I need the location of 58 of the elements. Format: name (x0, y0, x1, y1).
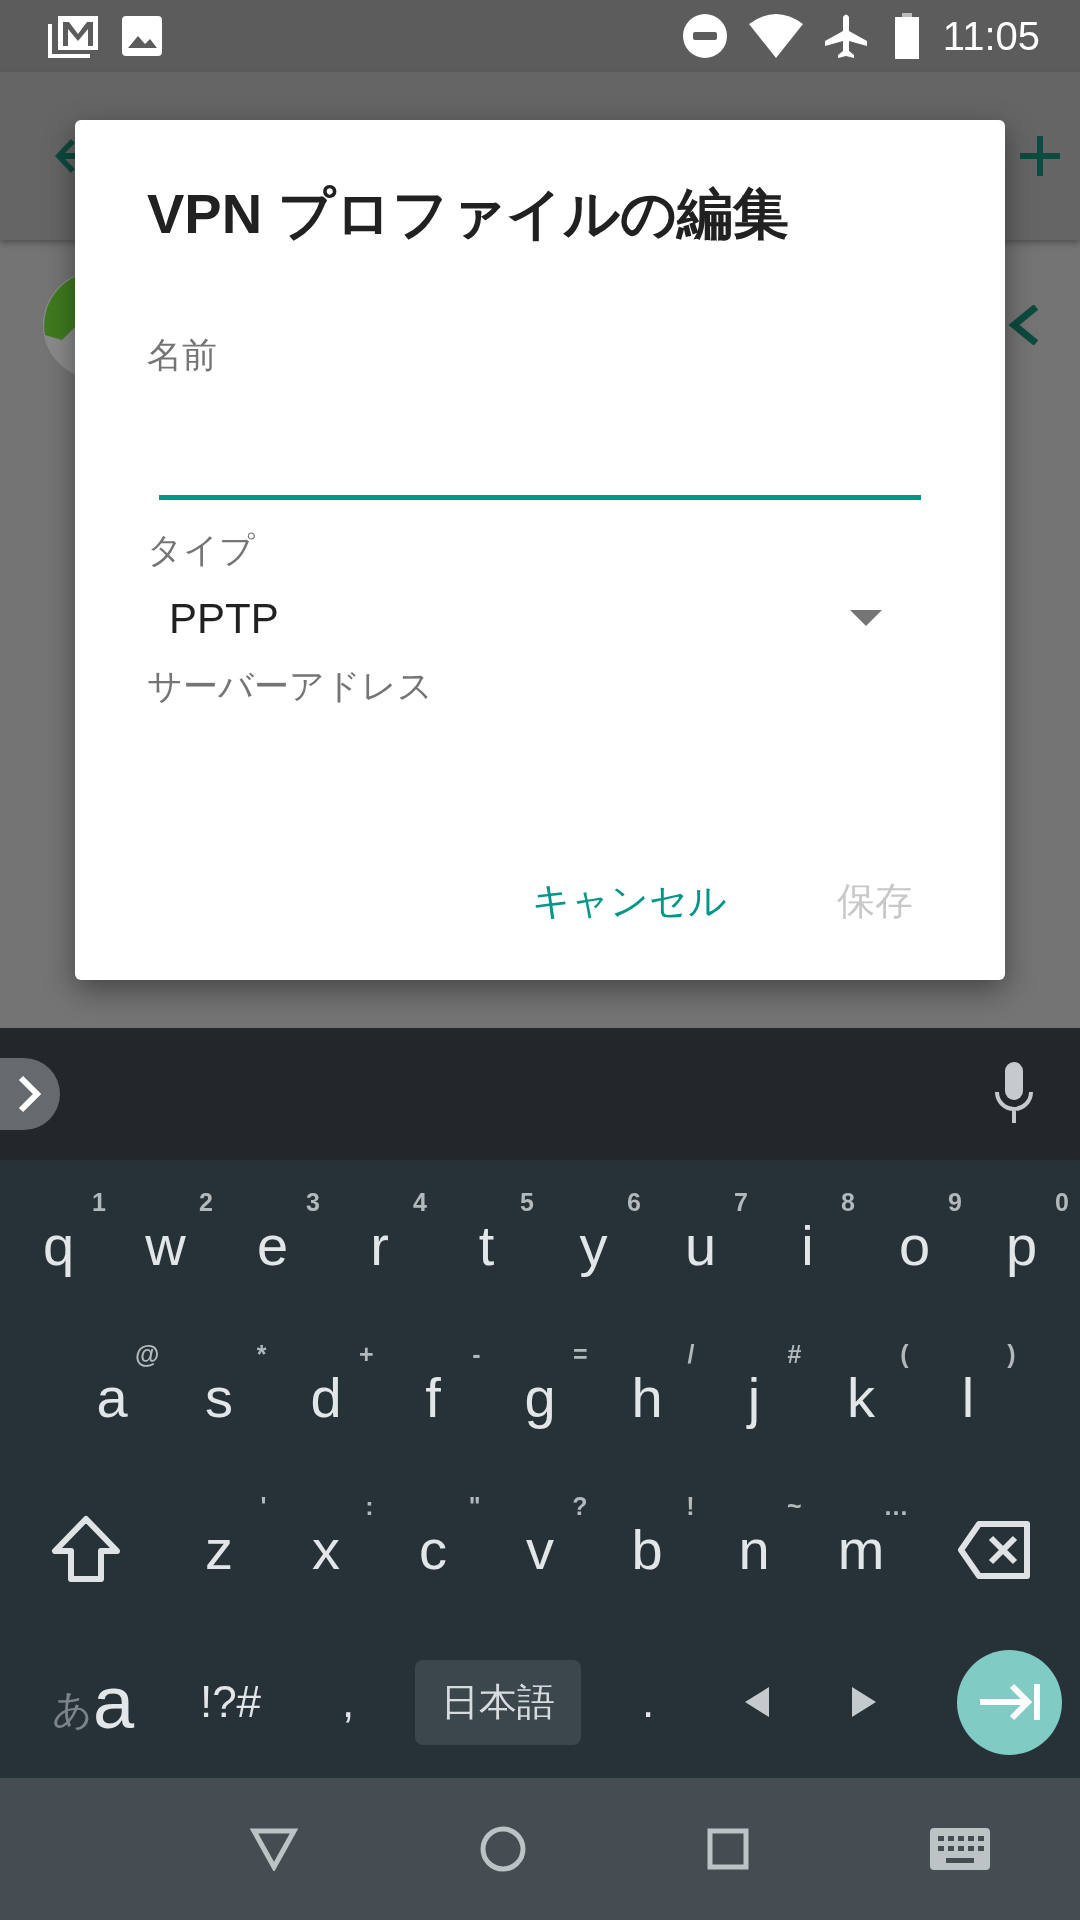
keyboard-icon[interactable] (929, 1828, 990, 1870)
dialog-button[interactable]: キャンセル (512, 861, 747, 942)
keyboard-key[interactable]: w 2 (112, 1176, 219, 1316)
keyboard-key[interactable]: v ? (486, 1480, 594, 1620)
shift-arrow-icon (50, 1515, 121, 1585)
mail-notification-icon (48, 14, 100, 58)
microphone-icon[interactable] (994, 1062, 1034, 1126)
field-label: 名前 (147, 335, 217, 375)
right-triangle-icon (851, 1687, 876, 1717)
keyboard-key[interactable]: q 1 (5, 1176, 112, 1316)
image-notification-icon (122, 16, 162, 56)
home-icon[interactable] (478, 1825, 527, 1873)
field-label: タイプ (147, 529, 255, 569)
battery-icon (894, 13, 919, 59)
keyboard-key[interactable]: , (293, 1632, 403, 1772)
chevron-right-icon (17, 1074, 43, 1114)
keyboard-key[interactable]: f - (379, 1328, 487, 1468)
field-label: サーバーアドレス (147, 666, 433, 706)
clock: 11:05 (942, 13, 1040, 60)
keyboard-key[interactable]: o 9 (861, 1176, 968, 1316)
do-not-disturb-icon (682, 14, 727, 58)
keyboard-key[interactable]: k ( (807, 1328, 915, 1468)
keyboard-key[interactable]: g = (486, 1328, 594, 1468)
input-mode-key[interactable]: あa (18, 1632, 168, 1772)
backspace-icon (956, 1520, 1033, 1580)
keyboard-key[interactable]: b ! (593, 1480, 701, 1620)
keyboard-key[interactable]: i 8 (754, 1176, 861, 1316)
keyboard-key[interactable]: h / (593, 1328, 701, 1468)
left-triangle-icon (744, 1687, 769, 1717)
keyboard-key[interactable]: p 0 (968, 1176, 1075, 1316)
keyboard-key[interactable]: u 7 (647, 1176, 754, 1316)
dialog-title: VPN プロファイルの編集 (147, 181, 790, 247)
keyboard-key[interactable]: t 5 (433, 1176, 540, 1316)
keyboard-key[interactable]: j # (700, 1328, 808, 1468)
keyboard-key[interactable]: x : (272, 1480, 380, 1620)
airplane-icon (822, 13, 869, 59)
keyboard-key[interactable]: !?# (168, 1632, 293, 1772)
keyboard-key[interactable]: c " (379, 1480, 487, 1620)
dropdown-triangle-icon (850, 610, 882, 627)
keyboard-key[interactable]: r 4 (326, 1176, 433, 1316)
type-dropdown[interactable]: PPTP (147, 576, 882, 661)
keyboard-key[interactable]: y 6 (540, 1176, 647, 1316)
keyboard-key[interactable]: s * (165, 1328, 273, 1468)
keyboard-key[interactable]: e 3 (219, 1176, 326, 1316)
back-arrow-icon (55, 136, 75, 176)
expand-toolbar-button[interactable] (0, 1058, 60, 1130)
keyboard-key[interactable]: n ~ (700, 1480, 808, 1620)
keyboard-key[interactable]: . (593, 1632, 703, 1772)
wifi-icon (748, 14, 803, 58)
keyboard-key[interactable]: z ' (165, 1480, 273, 1620)
back-icon[interactable] (250, 1827, 299, 1871)
keyboard-key[interactable]: m … (807, 1480, 915, 1620)
keyboard-key[interactable]: a @ (58, 1328, 166, 1468)
arrow-to-bar-icon (977, 1682, 1042, 1722)
keyboard-key[interactable]: d + (272, 1328, 380, 1468)
add-icon (1020, 136, 1060, 176)
recents-icon[interactable] (707, 1828, 750, 1870)
keyboard-key[interactable]: l ) (914, 1328, 1022, 1468)
